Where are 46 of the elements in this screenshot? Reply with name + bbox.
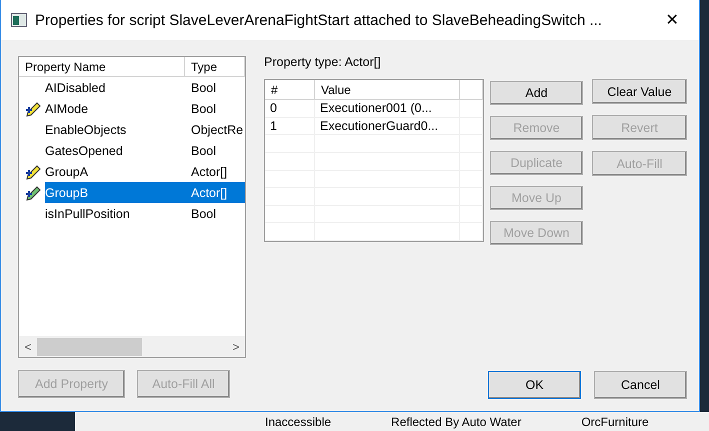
property-name: GatesOpened [45,144,123,158]
dialog-button[interactable]: OK [488,371,581,399]
pencil-plus-icon [23,100,41,116]
property-type: Bool [190,206,218,220]
value-cell: ExecutionerGuard0... [315,118,460,134]
property-type: Bool [190,144,218,158]
property-type: Actor[] [190,164,228,178]
value-cell: Executioner001 (0... [315,100,460,117]
property-type: Bool [190,80,218,94]
index-cell: 1 [265,118,315,134]
scroll-right-button[interactable]: > [227,340,245,354]
window-icon [11,13,27,27]
scroll-left-button[interactable]: < [19,340,37,354]
value-button[interactable]: Clear Value [592,79,687,104]
column-header[interactable]: Type [185,57,245,77]
array-button[interactable]: Add [490,81,583,105]
property-type: Actor[] [190,186,228,200]
property-row[interactable]: AIDisabled Bool [19,77,245,98]
property-row[interactable]: GatesOpened Bool [19,140,245,161]
property-type-label: Property type: Actor[] [264,55,382,69]
property-row[interactable]: isInPullPosition Bool [19,203,245,224]
scrollbar-thumb[interactable] [37,338,142,356]
property-name: AIMode [45,102,88,116]
background-label: Inaccessible [265,414,332,428]
column-header[interactable]: # [265,80,315,100]
property-name: EnableObjects [45,122,126,136]
property-row[interactable]: EnableObjects ObjectRe [19,119,245,140]
close-button[interactable]: ✕ [657,5,687,35]
property-row[interactable]: AIMode Bool [19,98,245,119]
dialog-button[interactable]: Cancel [594,371,687,399]
pencil-plus-icon [23,164,41,180]
background-label: Reflected By Auto Water [391,414,522,428]
property-type: ObjectRe [190,122,244,136]
property-row[interactable]: GroupB Actor[] [19,182,245,203]
property-name: GroupA [45,164,88,178]
blank-column-header [460,80,483,100]
property-name: GroupB [45,186,88,200]
column-header[interactable]: Value [315,80,460,100]
background-label: OrcFurniture [581,414,649,428]
pencil-plus-icon [23,184,41,200]
property-row[interactable]: GroupA Actor[] [19,161,245,182]
property-name: AIDisabled [45,80,106,94]
property-name: isInPullPosition [45,206,130,220]
property-type: Bool [190,102,218,116]
index-cell: 0 [265,100,315,117]
window-title: Properties for script SlaveLeverArenaFightStart attached to SlaveBeheadingSwitch ... [35,12,603,28]
